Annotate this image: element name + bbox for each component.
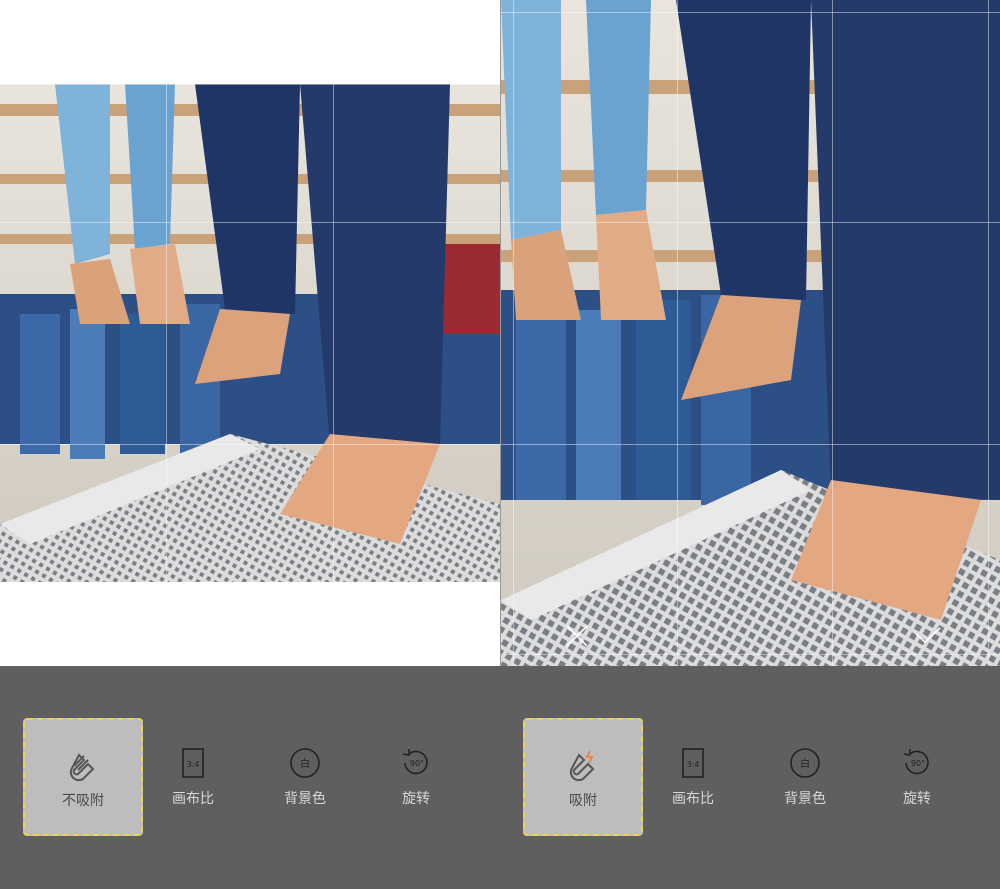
grid-line	[501, 12, 1000, 13]
svg-text:白: 白	[800, 757, 810, 770]
toolbar: 吸附 3:4 画布比 白 背景色 90° 旋转	[501, 666, 1000, 889]
grid-line	[0, 444, 500, 445]
close-icon	[566, 625, 588, 647]
photo[interactable]	[501, 0, 1000, 666]
confirm-button[interactable]	[413, 622, 441, 650]
svg-text:白: 白	[300, 757, 310, 770]
rotate-button[interactable]: 90° 旋转	[857, 718, 977, 836]
grid-line	[0, 582, 500, 583]
background-color-icon: 白	[288, 746, 322, 780]
tool-label: 不吸附	[62, 793, 104, 809]
background-color-button[interactable]: 白 背景色	[245, 718, 365, 836]
grid-line	[0, 84, 500, 85]
svg-text:3:4: 3:4	[187, 760, 200, 769]
grid-line	[513, 0, 514, 666]
background-color-icon: 白	[788, 746, 822, 780]
svg-text:90°: 90°	[410, 759, 424, 768]
cancel-button[interactable]	[563, 622, 591, 650]
canvas-ratio-button[interactable]: 3:4 画布比	[633, 718, 753, 836]
rotate-icon: 90°	[399, 746, 433, 780]
grid-line	[832, 0, 833, 666]
magnet-off-icon	[66, 748, 100, 782]
background-color-button[interactable]: 白 背景色	[745, 718, 865, 836]
grid-line	[501, 222, 1000, 223]
grid-line	[501, 444, 1000, 445]
snap-toggle-button[interactable]: 吸附	[523, 718, 643, 836]
confirm-button[interactable]	[914, 622, 942, 650]
grid-line	[166, 0, 167, 666]
panel-no-snap: 不吸附 3:4 画布比 白 背景色 90° 旋转	[0, 0, 500, 889]
canvas-ratio-button[interactable]: 3:4 画布比	[133, 718, 253, 836]
photo[interactable]	[0, 84, 500, 582]
panel-snap: 吸附 3:4 画布比 白 背景色 90° 旋转	[501, 0, 1000, 889]
tool-label: 旋转	[402, 791, 430, 807]
close-icon	[65, 625, 87, 647]
photo-image	[0, 84, 500, 582]
editor-canvas	[501, 0, 1000, 666]
tool-label: 画布比	[672, 791, 714, 807]
toolbar: 不吸附 3:4 画布比 白 背景色 90° 旋转	[0, 666, 500, 889]
tool-label: 吸附	[569, 793, 597, 809]
grid-line	[333, 0, 334, 666]
tool-label: 背景色	[784, 791, 826, 807]
tool-label: 背景色	[284, 791, 326, 807]
ratio-icon: 3:4	[676, 746, 710, 780]
snap-toggle-button[interactable]: 不吸附	[23, 718, 143, 836]
photo-image	[501, 0, 1000, 666]
grid-line	[677, 0, 678, 666]
svg-text:90°: 90°	[911, 759, 925, 768]
check-icon	[414, 627, 440, 644]
check-icon	[915, 627, 941, 644]
grid-line	[0, 222, 500, 223]
rotate-icon: 90°	[900, 746, 934, 780]
tool-label: 旋转	[903, 791, 931, 807]
ratio-icon: 3:4	[176, 746, 210, 780]
grid-line	[988, 0, 989, 666]
tool-label: 画布比	[172, 791, 214, 807]
rotate-button[interactable]: 90° 旋转	[356, 718, 476, 836]
magnet-on-icon	[566, 748, 600, 782]
cancel-button[interactable]	[62, 622, 90, 650]
grid-line	[501, 654, 1000, 655]
editor-canvas	[0, 0, 500, 666]
svg-text:3:4: 3:4	[687, 760, 700, 769]
